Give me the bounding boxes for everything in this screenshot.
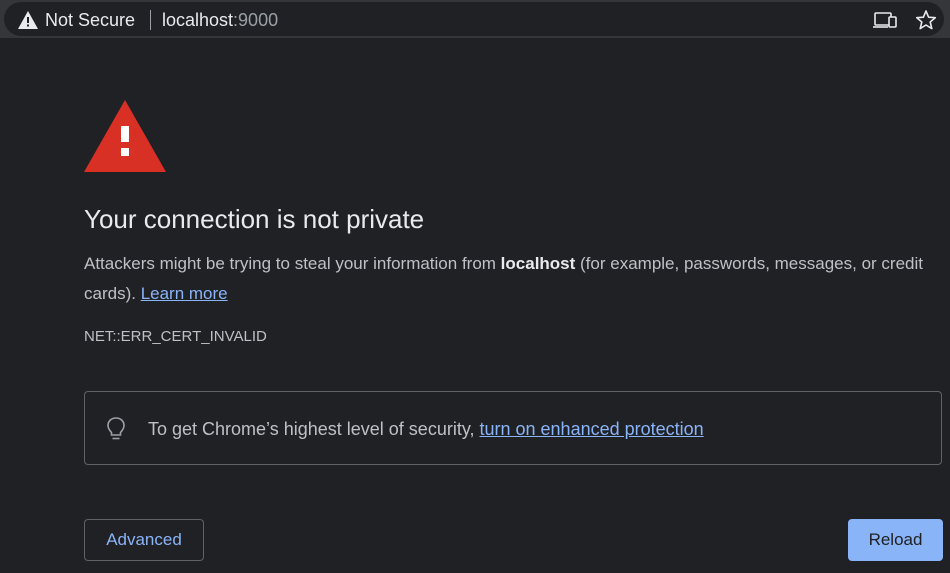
enhanced-protection-box: To get Chrome’s highest level of securit… (84, 391, 942, 465)
description-pre: Attackers might be trying to steal your … (84, 254, 501, 273)
url-host: localhost (162, 10, 234, 30)
enhanced-protection-link[interactable]: turn on enhanced protection (480, 419, 704, 439)
divider (150, 10, 151, 30)
browser-toolbar: Not Secure localhost:9000 (0, 0, 950, 38)
lightbulb-icon (107, 417, 125, 440)
reload-button[interactable]: Reload (848, 519, 943, 561)
warning-icon[interactable] (17, 10, 39, 30)
enhanced-protection-text: To get Chrome’s highest level of securit… (148, 418, 704, 440)
security-status[interactable]: Not Secure (45, 9, 135, 31)
interstitial-page: Your connection is not private Attackers… (0, 38, 950, 573)
bookmark-star-icon[interactable] (913, 8, 939, 32)
address-bar[interactable]: Not Secure localhost:9000 (4, 2, 944, 36)
learn-more-link[interactable]: Learn more (141, 284, 228, 303)
advanced-button[interactable]: Advanced (84, 519, 204, 561)
description-host: localhost (500, 254, 576, 273)
page-title: Your connection is not private (84, 204, 425, 234)
install-app-icon[interactable] (872, 8, 898, 32)
url-port: :9000 (233, 10, 279, 30)
error-code[interactable]: NET::ERR_CERT_INVALID (84, 327, 267, 347)
description-text: Attackers might be trying to steal your … (84, 249, 934, 309)
warning-triangle-icon (84, 100, 166, 172)
url-text[interactable]: localhost:9000 (162, 9, 278, 31)
enhanced-protection-prompt: To get Chrome’s highest level of securit… (148, 419, 480, 439)
